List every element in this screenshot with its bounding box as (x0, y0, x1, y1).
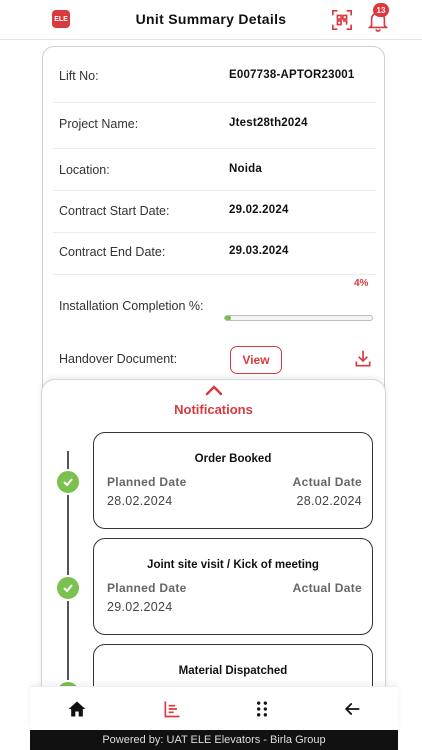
detail-value: E007738-APTOR23001 (229, 69, 355, 81)
detail-value: Jtest28th2024 (229, 117, 308, 129)
detail-label: Location: (59, 163, 110, 177)
detail-label: Contract Start Date: (59, 204, 170, 218)
actual-date-value: 28.02.2024 (296, 494, 362, 508)
app-header: ELE Unit Summary Details 13 (0, 0, 422, 40)
planned-date-value: 29.02.2024 (107, 600, 173, 614)
detail-label: Lift No: (59, 69, 99, 83)
back-arrow-icon[interactable] (342, 699, 362, 719)
check-icon (55, 469, 81, 495)
view-document-button[interactable]: View (230, 346, 282, 374)
grid-menu-icon[interactable] (252, 699, 272, 719)
check-icon (55, 575, 81, 601)
actual-date-label: Actual Date (292, 581, 362, 595)
installation-progress-bar (224, 315, 373, 321)
chart-icon[interactable] (162, 699, 182, 719)
timeline-card-title: Joint site visit / Kick of meeting (147, 559, 319, 571)
page-title: Unit Summary Details (135, 11, 287, 27)
detail-label: Contract End Date: (59, 245, 166, 259)
detail-row-location: Location: Noida (53, 149, 376, 191)
footer-powered-by: Powered by: UAT ELE Elevators - Birla Gr… (30, 730, 398, 750)
detail-row-lift-no: Lift No: E007738-APTOR23001 (53, 47, 376, 103)
detail-row-contract-end: Contract End Date: 29.03.2024 (53, 233, 376, 275)
detail-value: 29.03.2024 (229, 245, 289, 257)
planned-date-label: Planned Date (107, 475, 187, 489)
download-icon[interactable] (353, 349, 373, 369)
home-icon[interactable] (67, 699, 87, 719)
detail-label: Project Name: (59, 117, 139, 131)
notifications-panel: Notifications Order Booked Planned Date … (41, 379, 386, 699)
detail-value: 29.02.2024 (229, 204, 289, 216)
detail-value: Noida (229, 163, 262, 175)
chevron-up-icon[interactable] (204, 384, 224, 396)
timeline-card-joint-site-visit: Joint site visit / Kick of meeting Plann… (93, 538, 373, 635)
actual-date-label: Actual Date (292, 475, 362, 489)
planned-date-value: 28.02.2024 (107, 494, 173, 508)
detail-row-project-name: Project Name: Jtest28th2024 (53, 103, 376, 149)
handover-label: Handover Document: (59, 352, 178, 366)
unit-summary-page: ELE Unit Summary Details 13 Lift No: E00… (0, 0, 422, 750)
installation-progress-fill (225, 316, 231, 320)
notification-count-badge: 13 (373, 3, 389, 17)
notifications-title: Notifications (174, 402, 253, 417)
timeline-card-order-booked: Order Booked Planned Date Actual Date 28… (93, 432, 373, 529)
bottom-navigation (30, 686, 398, 730)
installation-label: Installation Completion %: (59, 299, 204, 313)
unit-details-card: Lift No: E007738-APTOR23001 Project Name… (42, 46, 385, 406)
planned-date-label: Planned Date (107, 581, 187, 595)
installation-percent: 4% (354, 278, 369, 289)
timeline-card-title: Material Dispatched (178, 665, 288, 677)
timeline-card-title: Order Booked (194, 453, 272, 465)
qr-scan-icon[interactable] (331, 9, 353, 31)
detail-row-contract-start: Contract Start Date: 29.02.2024 (53, 191, 376, 233)
